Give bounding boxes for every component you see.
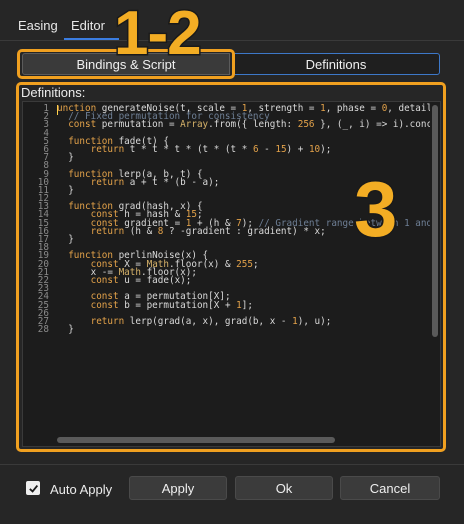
code-line[interactable]: const u = fade(x); — [57, 276, 430, 286]
tab-divider — [0, 40, 464, 41]
code-line[interactable]: } — [57, 153, 430, 163]
vertical-scrollbar-thumb[interactable] — [432, 105, 438, 337]
code-line[interactable]: return lerp(grad(a, x), grad(b, x - 1), … — [57, 317, 430, 327]
vertical-scrollbar[interactable] — [432, 105, 438, 437]
auto-apply-label: Auto Apply — [50, 482, 113, 497]
code-line[interactable]: return t * t * t * (t * (t * 6 - 15) + 1… — [57, 145, 430, 155]
code-line[interactable]: const permutation = Array.from({ length:… — [57, 120, 430, 130]
line-number: 28 — [37, 324, 49, 336]
code-line[interactable]: } — [57, 325, 430, 335]
definitions-label: Definitions: — [21, 85, 86, 100]
tab-editor[interactable]: Editor — [71, 18, 105, 33]
tab-easing[interactable]: Easing — [18, 18, 58, 33]
callout-number-1-2: 1-2 — [113, 0, 204, 70]
bottom-divider — [0, 464, 464, 465]
callout-number-3: 3 — [352, 164, 398, 255]
horizontal-scrollbar[interactable] — [57, 437, 429, 443]
auto-apply-checkbox[interactable] — [26, 481, 40, 495]
ok-button[interactable]: Ok — [235, 476, 333, 500]
apply-button[interactable]: Apply — [129, 476, 227, 500]
code-editor[interactable]: 1 2 3 4 5 6 7 8 9 10 11 12 13 14 15 16 17 18 19 20 21 22 23 24 2… — [22, 101, 441, 447]
checkmark-icon — [28, 484, 38, 493]
code-text-area[interactable]: unction generateNoise(t, scale = 1, stre… — [57, 102, 430, 446]
top-tab-bar: Easing Editor — [0, 0, 464, 44]
line-number-gutter: 1 2 3 4 5 6 7 8 9 10 11 12 13 14 15 16 17 18 19 20 21 22 23 24 2… — [23, 102, 53, 446]
code-line[interactable]: const b = permutation[X + 1]; — [57, 300, 430, 310]
horizontal-scrollbar-thumb[interactable] — [57, 437, 335, 443]
cancel-button[interactable]: Cancel — [340, 476, 440, 500]
definitions-button[interactable]: Definitions — [232, 53, 440, 75]
easing-editor-window: Easing Editor Bindings & Script Definiti… — [0, 0, 464, 524]
